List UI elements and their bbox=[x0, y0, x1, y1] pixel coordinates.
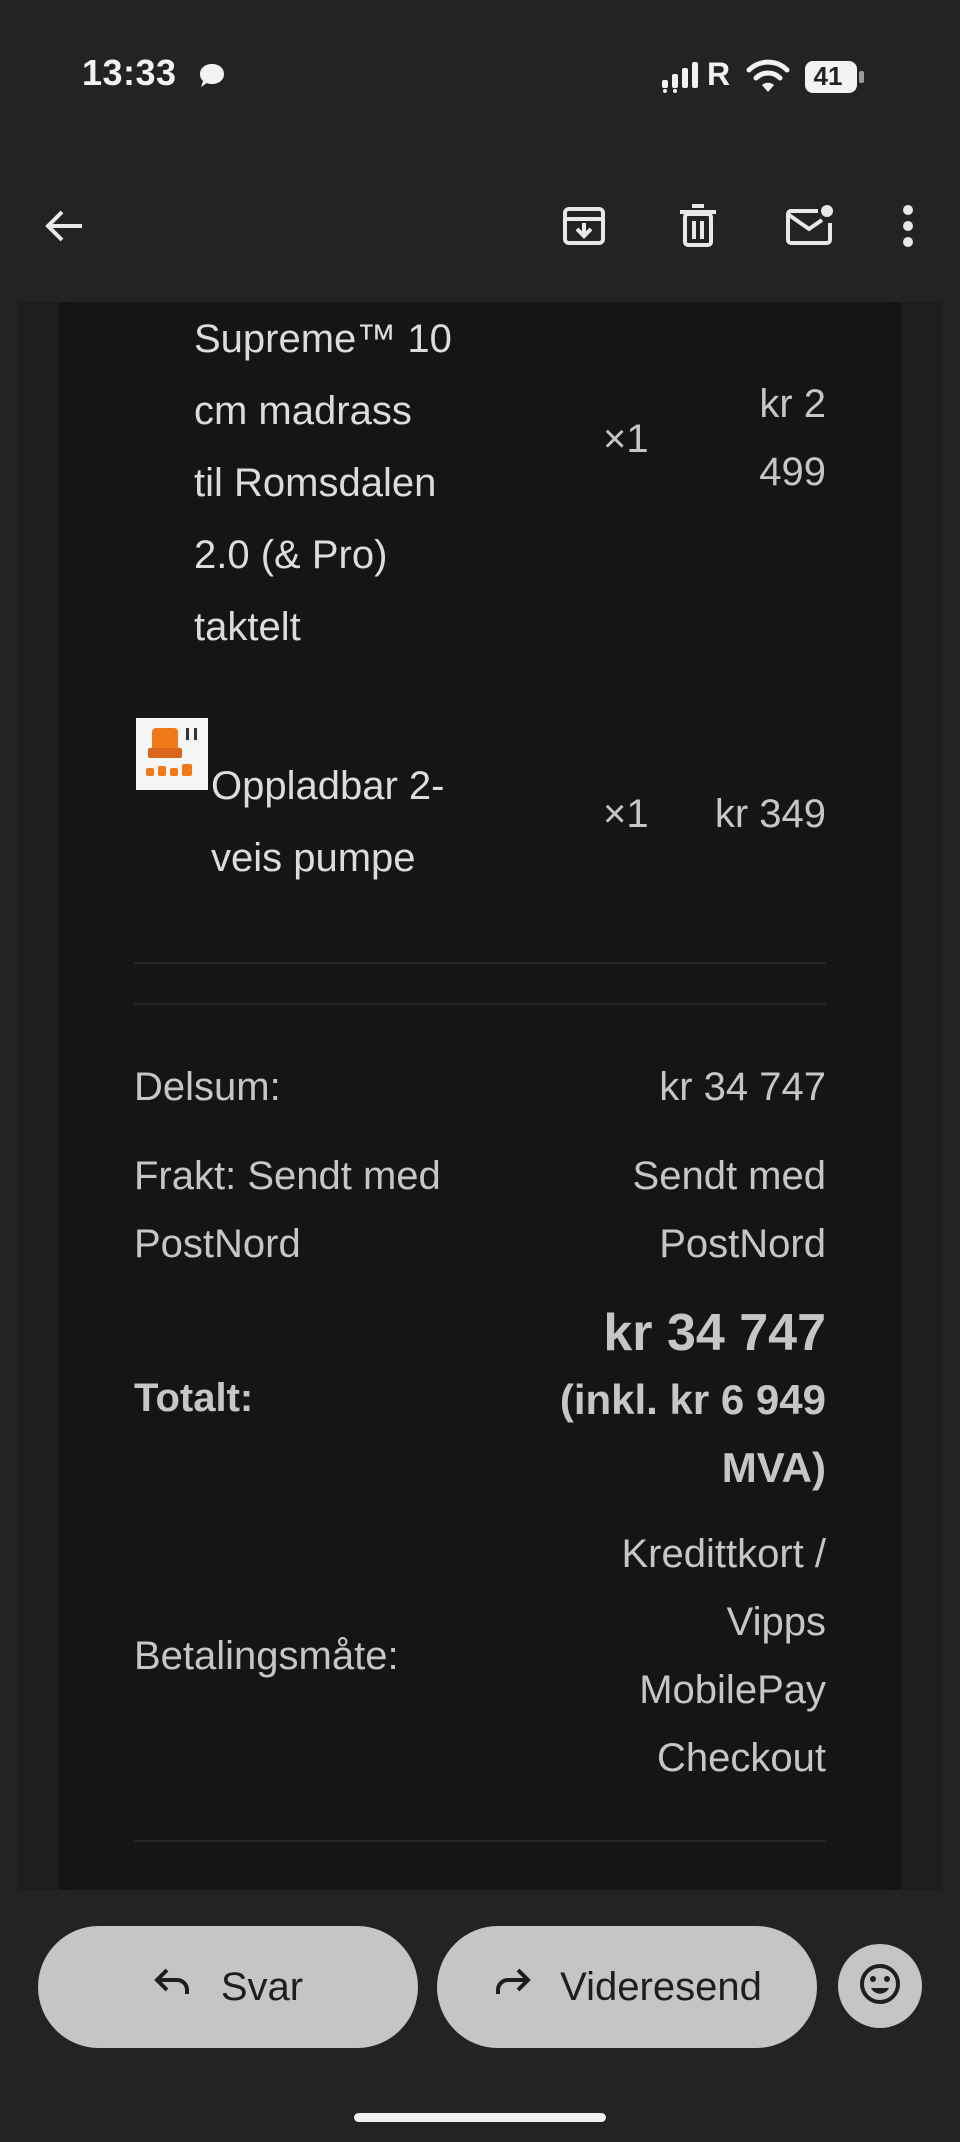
shipping-value-line: Sendt med bbox=[632, 1154, 826, 1198]
reply-button[interactable]: Svar bbox=[38, 1926, 418, 2048]
payment-method-line: Kredittkort / bbox=[621, 1532, 826, 1576]
status-bar: 13:33 R 41 bbox=[0, 0, 960, 150]
pump-product-image bbox=[136, 718, 208, 790]
reply-label: Svar bbox=[220, 1964, 304, 2009]
back-arrow-icon[interactable] bbox=[32, 194, 96, 258]
divider bbox=[134, 1003, 826, 1005]
delete-icon[interactable] bbox=[666, 194, 730, 258]
subtotal-label: Delsum: bbox=[134, 1065, 281, 1109]
total-amount: kr 34 747 bbox=[603, 1304, 826, 1362]
forward-icon bbox=[492, 1964, 560, 2010]
payment-method-label: Betalingsmåte: bbox=[134, 1634, 399, 1678]
emoji-reaction-icon bbox=[858, 1962, 902, 2011]
item-name-line: taktelt bbox=[194, 605, 301, 649]
item-name-line: Oppladbar 2- bbox=[211, 764, 445, 808]
payment-method-line: Checkout bbox=[657, 1736, 826, 1780]
frame-rail-left bbox=[18, 302, 58, 1890]
battery-level: 41 bbox=[813, 60, 843, 91]
frame-rail-right bbox=[902, 302, 942, 1890]
total-vat-line: (inkl. kr 6 949 bbox=[559, 1376, 826, 1423]
emoji-reaction-button[interactable] bbox=[838, 1944, 922, 2028]
item-price-line: kr 2 bbox=[759, 382, 826, 426]
divider bbox=[134, 962, 826, 964]
carrier-flag: R bbox=[707, 56, 731, 92]
item-name-line: veis pumpe bbox=[211, 836, 416, 880]
divider bbox=[134, 1840, 826, 1842]
chat-bubble-icon bbox=[196, 60, 228, 97]
home-indicator[interactable] bbox=[354, 2113, 606, 2122]
signal-icon bbox=[660, 60, 708, 99]
archive-icon[interactable] bbox=[552, 194, 616, 258]
payment-method-line: Vipps bbox=[726, 1600, 826, 1644]
payment-method-line: MobilePay bbox=[639, 1668, 826, 1712]
mark-unread-icon[interactable] bbox=[778, 194, 842, 258]
reply-actions-bar: Svar Videresend bbox=[0, 1890, 960, 2142]
total-vat-line: MVA) bbox=[721, 1444, 826, 1491]
forward-button[interactable]: Videresend bbox=[437, 1926, 817, 2048]
wifi-icon bbox=[746, 58, 790, 99]
total-label: Totalt: bbox=[134, 1376, 254, 1420]
shipping-label-line: PostNord bbox=[134, 1222, 301, 1266]
item-quantity: ×1 bbox=[603, 792, 649, 836]
shipping-value-line: PostNord bbox=[659, 1222, 826, 1266]
shipping-label-line: Frakt: Sendt med bbox=[134, 1154, 441, 1198]
subtotal-value: kr 34 747 bbox=[659, 1065, 826, 1109]
forward-label: Videresend bbox=[560, 1964, 762, 2009]
email-toolbar bbox=[0, 150, 960, 302]
item-name-line: 2.0 (& Pro) bbox=[194, 533, 388, 577]
more-vert-icon[interactable] bbox=[876, 194, 940, 258]
item-price-line: 499 bbox=[759, 450, 826, 494]
item-name-line: cm madrass bbox=[194, 389, 412, 433]
item-quantity: ×1 bbox=[603, 417, 649, 461]
item-price: kr 349 bbox=[714, 792, 826, 836]
reply-icon bbox=[153, 1964, 221, 2010]
status-time: 13:33 bbox=[82, 52, 177, 93]
item-name-line: til Romsdalen bbox=[194, 461, 437, 505]
item-name-line: Supreme™ 10 bbox=[194, 317, 452, 361]
